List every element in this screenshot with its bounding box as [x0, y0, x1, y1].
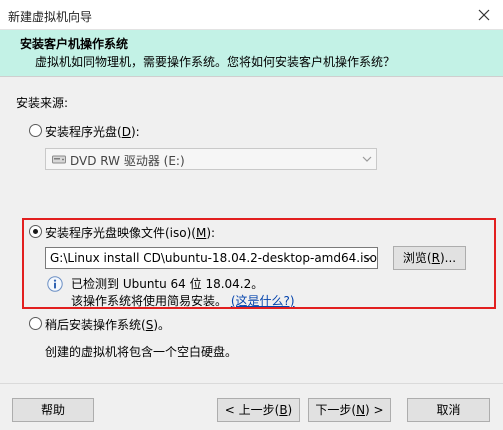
radio-installer-disc[interactable]	[29, 124, 42, 137]
window-title: 新建虚拟机向导	[8, 10, 93, 24]
installer-disc-label[interactable]: 安装程序光盘(D):	[45, 123, 140, 140]
install-source-label: 安装来源:	[16, 96, 69, 110]
wizard-header: 安装客户机操作系统 虚拟机如同物理机，需要操作系统。您将如何安装客户机操作系统？	[0, 30, 503, 77]
footer-divider	[0, 383, 503, 384]
window-titlebar: 新建虚拟机向导	[0, 0, 503, 30]
help-button[interactable]: 帮助	[12, 398, 94, 422]
easy-install-text: 该操作系统将使用简易安装。 (这是什么?)	[71, 294, 295, 308]
radio-install-later[interactable]	[29, 317, 42, 330]
next-button[interactable]: 下一步(N) >	[308, 398, 391, 422]
chevron-down-icon	[362, 156, 372, 162]
info-icon	[47, 276, 63, 292]
whats-this-link[interactable]: (这是什么?)	[231, 294, 295, 308]
iso-image-label[interactable]: 安装程序光盘映像文件(iso)(M):	[45, 224, 215, 241]
chevron-down-icon[interactable]	[363, 253, 373, 263]
dvd-drive-icon	[52, 155, 66, 164]
iso-path-value: G:\Linux install CD\ubuntu-18.04.2-deskt…	[50, 251, 377, 265]
install-later-label[interactable]: 稍后安装操作系统(S)。	[45, 316, 170, 333]
radio-iso-image[interactable]	[29, 225, 42, 238]
browse-button[interactable]: 浏览(R)...	[393, 246, 466, 270]
iso-path-combobox[interactable]: G:\Linux install CD\ubuntu-18.04.2-deskt…	[45, 247, 378, 269]
dvd-drive-value: DVD RW 驱动器 (E:)	[70, 154, 185, 168]
close-icon	[478, 9, 490, 21]
detected-os-text: 已检测到 Ubuntu 64 位 18.04.2。	[71, 277, 264, 291]
cancel-button[interactable]: 取消	[407, 398, 490, 422]
page-subtitle: 虚拟机如同物理机，需要操作系统。您将如何安装客户机操作系统？	[35, 55, 396, 69]
close-button[interactable]	[471, 3, 497, 27]
dvd-drive-select: DVD RW 驱动器 (E:)	[45, 148, 377, 170]
page-title: 安装客户机操作系统	[20, 37, 129, 51]
install-later-description: 创建的虚拟机将包含一个空白硬盘。	[45, 345, 238, 359]
back-button[interactable]: < 上一步(B)	[217, 398, 300, 422]
